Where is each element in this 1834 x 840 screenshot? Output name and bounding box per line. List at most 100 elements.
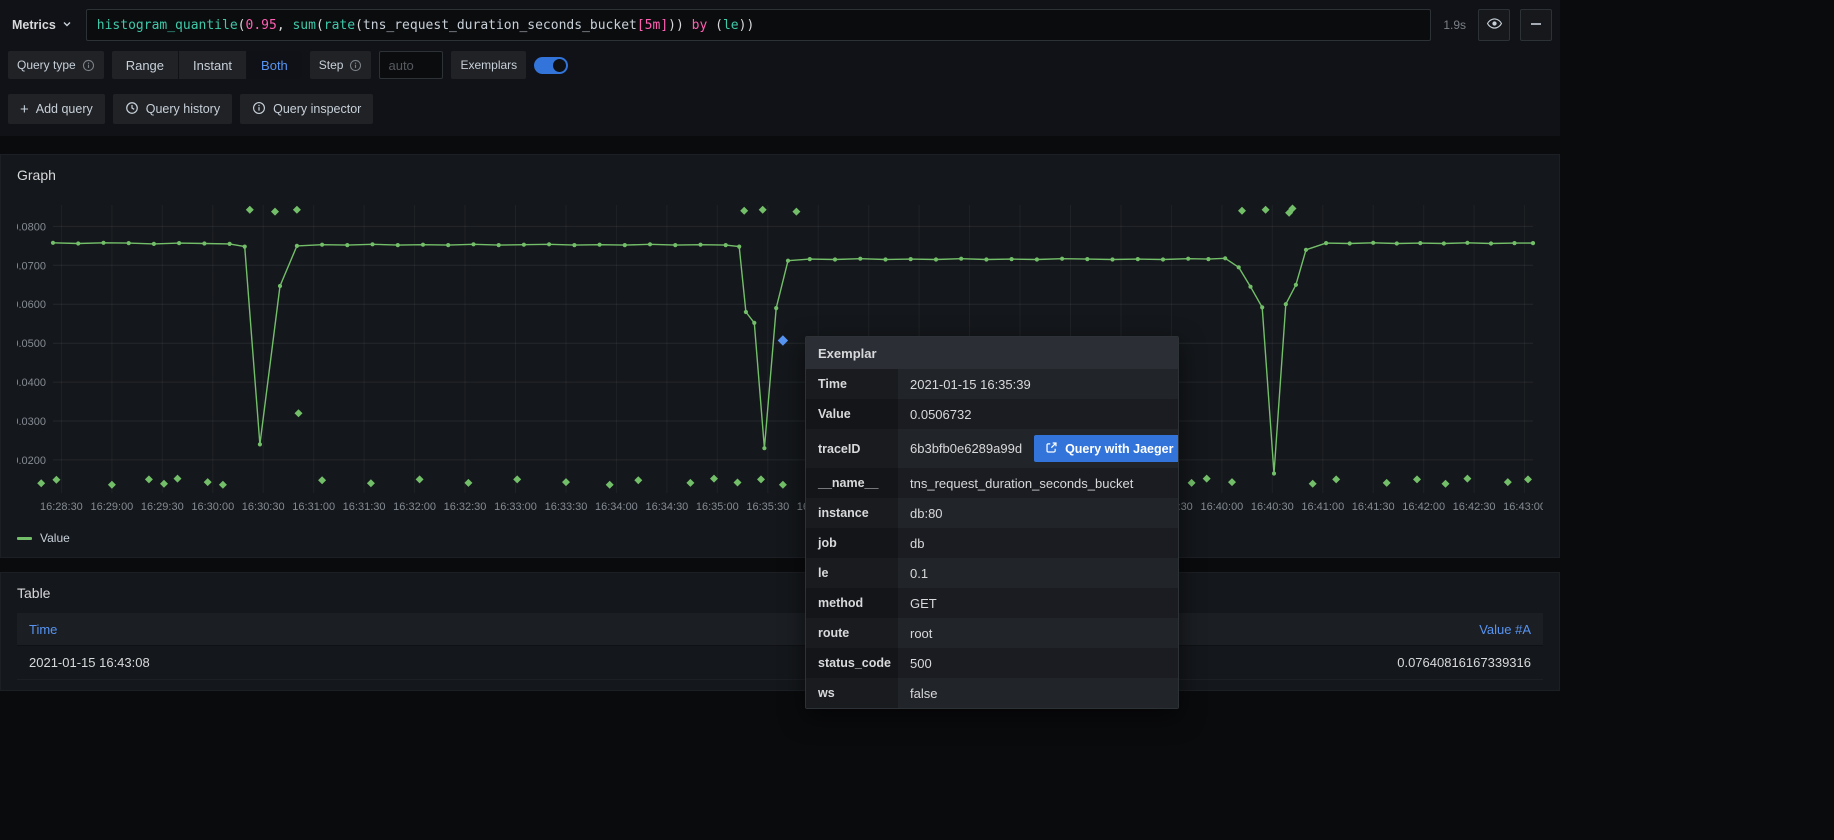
svg-text:16:33:00: 16:33:00 bbox=[494, 501, 537, 513]
legend-series-swatch bbox=[17, 537, 32, 540]
exemplar-marker[interactable] bbox=[246, 206, 254, 214]
svg-text:16:31:30: 16:31:30 bbox=[343, 501, 386, 513]
exemplar-marker[interactable] bbox=[1188, 479, 1196, 487]
query-token-metric: tns_request_duration_seconds_bucket bbox=[363, 18, 637, 33]
eye-icon bbox=[1486, 15, 1503, 35]
query-token-kw: by bbox=[692, 18, 708, 33]
collapse-query-row-button[interactable] bbox=[1520, 9, 1552, 41]
exemplar-marker[interactable] bbox=[1332, 475, 1340, 483]
exemplar-marker[interactable] bbox=[734, 479, 742, 487]
minus-icon bbox=[1530, 17, 1542, 33]
svg-text:16:42:30: 16:42:30 bbox=[1453, 501, 1496, 513]
exemplar-marker[interactable] bbox=[1309, 480, 1317, 488]
table-header-value-a[interactable]: Value #A bbox=[1479, 622, 1531, 637]
tooltip-row: traceID6b3bfb0e6289a99dQuery with Jaeger bbox=[806, 429, 1178, 468]
tooltip-row-label: traceID bbox=[806, 429, 898, 468]
exemplar-marker[interactable] bbox=[1524, 475, 1532, 483]
exemplar-marker[interactable] bbox=[1463, 475, 1471, 483]
exemplar-marker[interactable] bbox=[293, 206, 301, 214]
query-type-option-both[interactable]: Both bbox=[246, 51, 302, 79]
tooltip-row: Value0.0506732 bbox=[806, 399, 1178, 429]
exemplar-marker[interactable] bbox=[219, 481, 227, 489]
exemplar-marker[interactable] bbox=[37, 479, 45, 487]
tooltip-row: __name__tns_request_duration_seconds_buc… bbox=[806, 468, 1178, 498]
selected-exemplar-marker[interactable] bbox=[778, 335, 788, 345]
svg-text:0.0200: 0.0200 bbox=[17, 455, 46, 467]
exemplar-tooltip-rows: Time2021-01-15 16:35:39Value0.0506732tra… bbox=[806, 369, 1178, 708]
tooltip-row: methodGET bbox=[806, 588, 1178, 618]
svg-text:16:29:30: 16:29:30 bbox=[141, 501, 184, 513]
tooltip-row-label: Value bbox=[806, 399, 898, 429]
datasource-picker[interactable]: Metrics bbox=[8, 18, 76, 32]
exemplar-marker[interactable] bbox=[1262, 206, 1270, 214]
svg-text:0.0500: 0.0500 bbox=[17, 338, 46, 350]
series-line bbox=[53, 243, 1533, 474]
exemplar-marker[interactable] bbox=[606, 481, 614, 489]
exemplar-marker[interactable] bbox=[160, 480, 168, 488]
exemplar-marker[interactable] bbox=[779, 481, 787, 489]
toggle-knob bbox=[553, 59, 566, 72]
time-series-chart[interactable]: 16:28:3016:29:0016:29:3016:30:0016:30:30… bbox=[17, 195, 1543, 525]
step-input[interactable] bbox=[379, 51, 443, 79]
chevron-down-icon bbox=[62, 18, 72, 32]
query-token-punct bbox=[684, 18, 692, 33]
step-label: Step bbox=[319, 58, 344, 72]
exemplar-marker[interactable] bbox=[792, 208, 800, 216]
exemplar-marker[interactable] bbox=[108, 481, 116, 489]
exemplar-marker[interactable] bbox=[318, 476, 326, 484]
tooltip-row-value: db:80 bbox=[898, 498, 1178, 528]
tooltip-row-label: __name__ bbox=[806, 468, 898, 498]
exemplar-marker[interactable] bbox=[1203, 475, 1211, 483]
exemplar-marker[interactable] bbox=[634, 476, 642, 484]
query-history-button[interactable]: Query history bbox=[113, 94, 232, 124]
exemplar-marker[interactable] bbox=[1228, 478, 1236, 486]
exemplar-marker[interactable] bbox=[1442, 480, 1450, 488]
exemplar-marker[interactable] bbox=[145, 475, 153, 483]
tooltip-row-value: root bbox=[898, 618, 1178, 648]
add-query-button[interactable]: + Add query bbox=[8, 94, 105, 124]
query-with-jaeger-button[interactable]: Query with Jaeger bbox=[1034, 435, 1179, 462]
query-preview-button[interactable] bbox=[1478, 9, 1510, 41]
exemplar-marker[interactable] bbox=[513, 475, 521, 483]
exemplar-marker[interactable] bbox=[174, 475, 182, 483]
table-header-time[interactable]: Time bbox=[29, 622, 57, 637]
svg-text:16:42:00: 16:42:00 bbox=[1402, 501, 1445, 513]
svg-text:0.0700: 0.0700 bbox=[17, 260, 46, 272]
query-inspector-button[interactable]: Query inspector bbox=[240, 94, 373, 124]
tooltip-row: wsfalse bbox=[806, 678, 1178, 708]
exemplar-tooltip-title: Exemplar bbox=[806, 337, 1178, 369]
exemplar-marker[interactable] bbox=[1413, 475, 1421, 483]
exemplar-marker[interactable] bbox=[1238, 207, 1246, 215]
exemplar-marker[interactable] bbox=[759, 206, 767, 214]
promql-query-input[interactable]: histogram_quantile(0.95, sum(rate(tns_re… bbox=[86, 9, 1432, 41]
exemplar-marker[interactable] bbox=[416, 475, 424, 483]
exemplars-toggle[interactable] bbox=[534, 57, 568, 74]
svg-text:16:43:00: 16:43:00 bbox=[1503, 501, 1543, 513]
exemplar-marker[interactable] bbox=[1504, 478, 1512, 486]
exemplar-marker[interactable] bbox=[686, 479, 694, 487]
tooltip-row-label: instance bbox=[806, 498, 898, 528]
step-label-chip: Step bbox=[310, 51, 372, 79]
tooltip-row-value: tns_request_duration_seconds_bucket bbox=[898, 468, 1178, 498]
exemplar-marker[interactable] bbox=[1383, 479, 1391, 487]
exemplar-marker[interactable] bbox=[367, 479, 375, 487]
exemplar-marker[interactable] bbox=[464, 479, 472, 487]
exemplar-marker[interactable] bbox=[740, 207, 748, 215]
svg-text:16:31:00: 16:31:00 bbox=[292, 501, 335, 513]
query-type-option-instant[interactable]: Instant bbox=[178, 51, 246, 79]
exemplar-marker[interactable] bbox=[204, 478, 212, 486]
datasource-label: Metrics bbox=[12, 18, 56, 32]
query-type-option-range[interactable]: Range bbox=[112, 51, 178, 79]
svg-text:16:30:30: 16:30:30 bbox=[242, 501, 285, 513]
exemplar-marker[interactable] bbox=[562, 478, 570, 486]
exemplar-marker[interactable] bbox=[295, 409, 303, 417]
svg-text:0.0800: 0.0800 bbox=[17, 221, 46, 233]
exemplar-marker[interactable] bbox=[271, 208, 279, 216]
external-link-icon bbox=[1045, 441, 1058, 457]
exemplar-marker[interactable] bbox=[757, 475, 765, 483]
table-cell-value: 0.07640816167339316 bbox=[1397, 655, 1531, 670]
graph-legend-item[interactable]: Value bbox=[17, 527, 1543, 549]
tooltip-row: instancedb:80 bbox=[806, 498, 1178, 528]
query-type-label-chip: Query type bbox=[8, 51, 104, 79]
exemplar-marker[interactable] bbox=[52, 476, 60, 484]
